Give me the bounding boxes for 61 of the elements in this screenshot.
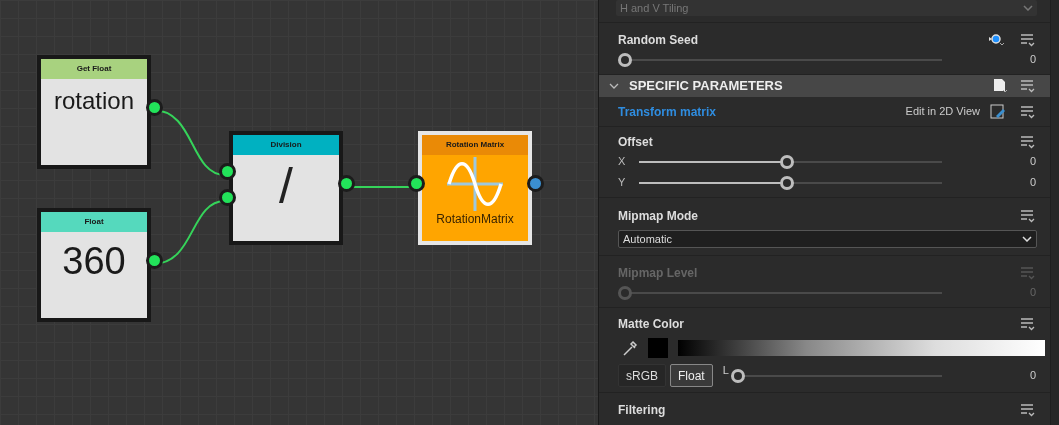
node-label: RotationMatrix (436, 213, 514, 225)
menu-icon[interactable] (1020, 209, 1036, 223)
color-swatch[interactable] (648, 338, 668, 358)
color-mode-button[interactable]: sRGB (618, 364, 666, 387)
slider-thumb[interactable] (780, 154, 794, 169)
section-title: SPECIFIC PARAMETERS (629, 77, 784, 96)
axis-label: Y (618, 175, 627, 191)
node-title: Division (233, 135, 339, 155)
parameter-label: Matte Color (618, 316, 684, 333)
node-title: Rotation Matrix (422, 135, 528, 155)
slider-thumb[interactable] (780, 175, 794, 190)
node-value: rotation (53, 89, 135, 113)
menu-icon[interactable] (1020, 135, 1036, 149)
value-text: 0 (1028, 175, 1036, 191)
output-port[interactable] (338, 175, 355, 192)
node-value: 360 (62, 242, 126, 280)
node-title: Float (41, 212, 147, 232)
parameter-label: Mipmap Mode (618, 208, 698, 225)
input-port[interactable] (219, 189, 236, 206)
slider-thumb[interactable] (618, 52, 632, 67)
slider[interactable] (730, 368, 942, 383)
mipmap-mode-dropdown[interactable]: Automatic (618, 230, 1037, 248)
edit-in-2d-view-label[interactable]: Edit in 2D View (905, 103, 980, 120)
axis-label: X (618, 154, 627, 170)
slider-thumb[interactable] (730, 368, 745, 383)
chevron-icon (609, 82, 619, 90)
parameter-label: Filtering (618, 402, 666, 419)
parameter-label: Offset (618, 134, 653, 151)
input-port[interactable] (219, 163, 236, 180)
output-port[interactable] (146, 99, 163, 116)
menu-icon[interactable] (1020, 403, 1036, 417)
menu-icon[interactable] (1020, 104, 1036, 119)
chevron-down-icon (1023, 5, 1033, 11)
transform-matrix-link[interactable]: Transform matrix (618, 102, 906, 121)
node-title: Get Float (41, 59, 147, 79)
division-symbol: / (279, 161, 293, 211)
input-port[interactable] (408, 175, 425, 192)
menu-icon[interactable] (1020, 79, 1036, 93)
menu-icon[interactable] (1020, 33, 1036, 47)
channel-label: L (722, 365, 729, 376)
scrollbar[interactable] (1050, 0, 1059, 425)
color-mode-button[interactable]: Float (670, 364, 713, 387)
graph-node[interactable]: Rotation Matrix RotationMatrix (418, 131, 532, 245)
parameter-label: Mipmap Level (618, 265, 698, 282)
section-header[interactable]: SPECIFIC PARAMETERS (599, 75, 1050, 97)
graph-node[interactable]: Get Float rotation (37, 55, 151, 169)
value-text: 0 (1028, 368, 1036, 384)
eyedropper-icon[interactable] (622, 339, 638, 357)
output-port[interactable] (527, 175, 544, 192)
edit-icon[interactable] (990, 103, 1006, 120)
parameter-label: Random Seed (618, 32, 698, 49)
luminance-gradient-bar[interactable] (678, 340, 1045, 356)
value-text: 0 (1028, 154, 1036, 170)
graph-node[interactable]: Float 360 (37, 208, 151, 322)
value-text: 0 (1028, 52, 1036, 68)
menu-icon[interactable] (1020, 317, 1036, 331)
graph-node[interactable]: Division / (229, 131, 343, 245)
node-graph-canvas[interactable]: Get Float rotation Float 360 Division / Rotation Matrix RotationMatrix (0, 0, 598, 425)
output-port[interactable] (146, 252, 163, 269)
slider[interactable] (618, 52, 942, 67)
chevron-down-icon (1022, 236, 1032, 242)
